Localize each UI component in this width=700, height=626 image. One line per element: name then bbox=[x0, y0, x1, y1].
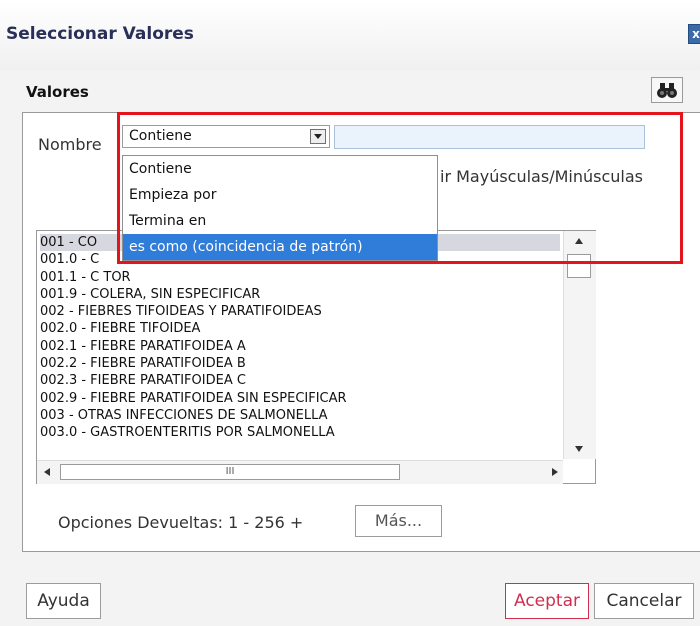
cancel-button[interactable]: Cancelar bbox=[594, 583, 694, 619]
operator-select-value: Contiene bbox=[129, 128, 192, 144]
dropdown-option-contiene[interactable]: Contiene bbox=[123, 156, 437, 182]
list-item[interactable]: 002.1 - FIEBRE PARATIFOIDEA A bbox=[40, 338, 560, 355]
list-item[interactable]: 002.9 - FIEBRE PARATIFOIDEA SIN ESPECIFI… bbox=[40, 390, 560, 407]
scroll-left-icon[interactable] bbox=[44, 468, 50, 476]
scroll-down-icon[interactable] bbox=[575, 446, 583, 452]
section-label: Valores bbox=[26, 83, 89, 101]
list-item[interactable]: 002 - FIEBRES TIFOIDEAS Y PARATIFOIDEAS bbox=[40, 303, 560, 320]
results-count: Opciones Devueltas: 1 - 256 + bbox=[58, 513, 304, 532]
dropdown-option-es-como[interactable]: es como (coincidencia de patrón) bbox=[123, 234, 437, 260]
dropdown-option-termina-en[interactable]: Termina en bbox=[123, 208, 437, 234]
dropdown-option-empieza-por[interactable]: Empieza por bbox=[123, 182, 437, 208]
more-button[interactable]: Más... bbox=[355, 505, 442, 537]
horizontal-scroll-thumb[interactable]: III bbox=[60, 464, 400, 480]
search-input[interactable] bbox=[334, 125, 645, 149]
list-item[interactable]: 001.1 - C TOR bbox=[40, 269, 560, 286]
dialog-titlebar: Seleccionar Valores x bbox=[0, 0, 700, 70]
chevron-down-icon[interactable] bbox=[310, 129, 326, 144]
operator-dropdown: Contiene Empieza por Termina en es como … bbox=[122, 155, 438, 261]
list-item[interactable]: 002.0 - FIEBRE TIFOIDEA bbox=[40, 320, 560, 337]
accept-button[interactable]: Aceptar bbox=[505, 583, 589, 619]
values-list: 001 - CO 001.0 - C 001.1 - C TOR 001.9 -… bbox=[40, 234, 560, 459]
case-sensitivity-label: ir Mayúsculas/Minúsculas bbox=[440, 167, 643, 186]
close-button[interactable]: x bbox=[688, 24, 700, 44]
dialog-title: Seleccionar Valores bbox=[6, 24, 194, 44]
scroll-up-icon[interactable] bbox=[575, 238, 583, 244]
name-label: Nombre bbox=[38, 135, 102, 154]
list-item[interactable]: 002.2 - FIEBRE PARATIFOIDEA B bbox=[40, 355, 560, 372]
scroll-right-icon[interactable] bbox=[552, 468, 558, 476]
list-item[interactable]: 001.9 - COLERA, SIN ESPECIFICAR bbox=[40, 286, 560, 303]
list-item[interactable]: 003.0 - GASTROENTERITIS POR SALMONELLA bbox=[40, 424, 560, 441]
operator-select[interactable]: Contiene bbox=[122, 125, 330, 148]
vertical-scroll-thumb[interactable] bbox=[567, 254, 591, 278]
list-item[interactable]: 002.3 - FIEBRE PARATIFOIDEA C bbox=[40, 372, 560, 389]
list-item[interactable]: 003 - OTRAS INFECCIONES DE SALMONELLA bbox=[40, 407, 560, 424]
binoculars-icon[interactable] bbox=[651, 77, 683, 103]
help-button[interactable]: Ayuda bbox=[26, 583, 101, 619]
